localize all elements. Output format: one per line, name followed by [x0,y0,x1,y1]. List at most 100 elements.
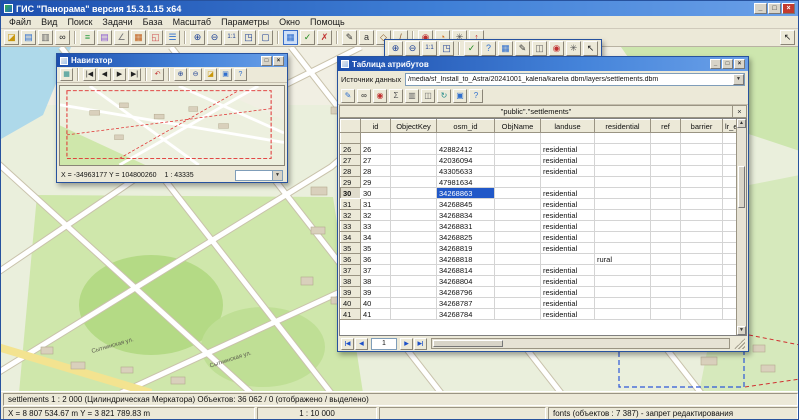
data-cell[interactable] [681,298,723,309]
ruler-icon[interactable]: ∠ [114,30,129,45]
scroll-down-icon[interactable]: ▼ [737,326,746,335]
data-cell[interactable]: residential [541,221,595,232]
data-cell[interactable]: 34268814 [437,265,495,276]
data-cell[interactable] [595,177,651,188]
data-source-input[interactable] [406,76,733,83]
attr-close-button[interactable]: × [734,59,745,69]
zoom-out-icon[interactable]: ⊖ [405,41,420,56]
table-edit-icon[interactable]: ✎ [341,89,355,103]
data-cell[interactable]: 36 [361,254,391,265]
data-cell[interactable] [681,254,723,265]
marker-pin-icon[interactable]: ◉ [373,89,387,103]
data-cell[interactable] [651,221,681,232]
data-cell[interactable] [495,287,541,298]
data-cell[interactable]: residential [541,287,595,298]
data-cell[interactable] [681,144,723,155]
data-cell[interactable] [495,177,541,188]
edit-pencil-icon[interactable]: ✎ [342,30,357,45]
data-cell[interactable] [391,133,437,144]
data-cell[interactable]: residential [541,199,595,210]
data-cell[interactable] [437,133,495,144]
data-cell[interactable] [391,276,437,287]
row-number-cell[interactable]: 29 [341,177,361,188]
settings-gear-icon[interactable]: ✳ [566,41,581,56]
data-cell[interactable] [391,287,437,298]
data-cell[interactable]: residential [541,309,595,320]
back-arrow-icon[interactable]: ↶ [151,68,164,81]
data-cell[interactable] [681,221,723,232]
data-cell[interactable] [495,265,541,276]
data-cell[interactable] [681,243,723,254]
row-number-cell[interactable] [341,133,361,144]
data-cell[interactable] [595,298,651,309]
data-cell[interactable] [391,177,437,188]
data-cell[interactable] [723,144,737,155]
row-number-cell[interactable]: 40 [341,298,361,309]
data-cell[interactable] [595,144,651,155]
data-cell[interactable] [651,199,681,210]
open-database-icon[interactable]: ▤ [21,30,36,45]
data-source-combo[interactable]: ▼ [405,73,745,86]
data-cell[interactable]: 31 [361,199,391,210]
data-cell[interactable] [495,309,541,320]
row-number-cell[interactable]: 36 [341,254,361,265]
data-cell[interactable] [651,166,681,177]
data-cell[interactable]: 43305633 [437,166,495,177]
navigator-map-icon[interactable]: ▦ [60,68,73,81]
data-cell[interactable] [681,232,723,243]
text-label-icon[interactable]: a [359,30,374,45]
data-cell[interactable] [723,177,737,188]
maximize-button[interactable]: □ [768,3,781,14]
data-cell[interactable] [495,166,541,177]
copy-icon[interactable]: ◫ [421,89,435,103]
data-cell[interactable]: 41 [361,309,391,320]
accept-check-icon[interactable]: ✓ [300,30,315,45]
help-icon[interactable]: ? [481,41,496,56]
data-cell[interactable] [681,177,723,188]
statistics-icon[interactable]: Σ [389,89,403,103]
data-cell[interactable] [723,199,737,210]
data-cell[interactable] [651,144,681,155]
data-cell[interactable] [651,188,681,199]
row-number-cell[interactable]: 37 [341,265,361,276]
data-cell[interactable] [391,243,437,254]
help-icon[interactable]: ? [469,89,483,103]
data-cell[interactable] [723,298,737,309]
data-cell[interactable] [595,210,651,221]
data-cell[interactable] [391,254,437,265]
data-cell[interactable] [495,298,541,309]
data-cell[interactable] [495,243,541,254]
data-cell[interactable]: 37 [361,265,391,276]
data-cell[interactable]: 40 [361,298,391,309]
copy-icon[interactable]: ◫ [532,41,547,56]
row-number-cell[interactable]: 41 [341,309,361,320]
vertical-scrollbar[interactable]: ▲ ▼ [736,119,746,335]
data-cell[interactable] [681,265,723,276]
attr-titlebar[interactable]: Таблица атрибутов _ □ × [338,57,748,71]
data-cell[interactable] [651,287,681,298]
data-cell[interactable] [495,199,541,210]
data-cell[interactable]: 42036094 [437,155,495,166]
data-cell[interactable] [495,144,541,155]
data-cell[interactable] [361,133,391,144]
data-cell[interactable] [651,133,681,144]
data-cell[interactable] [681,276,723,287]
data-cell[interactable] [723,166,737,177]
data-cell[interactable] [681,199,723,210]
data-cell[interactable] [391,221,437,232]
data-cell[interactable] [651,243,681,254]
data-cell[interactable] [723,232,737,243]
data-cell[interactable] [681,188,723,199]
horizontal-scrollbar[interactable] [431,338,730,349]
data-cell[interactable] [391,210,437,221]
zoom-area-icon[interactable]: ◳ [241,30,256,45]
data-cell[interactable] [595,265,651,276]
search-binoculars-icon[interactable]: ∞ [55,30,70,45]
data-cell[interactable]: 34268784 [437,309,495,320]
data-cell[interactable]: 34268804 [437,276,495,287]
data-cell[interactable]: residential [541,144,595,155]
data-cell[interactable] [651,265,681,276]
data-cell[interactable] [723,265,737,276]
data-cell[interactable] [391,309,437,320]
menu-file[interactable]: Файл [4,17,36,27]
